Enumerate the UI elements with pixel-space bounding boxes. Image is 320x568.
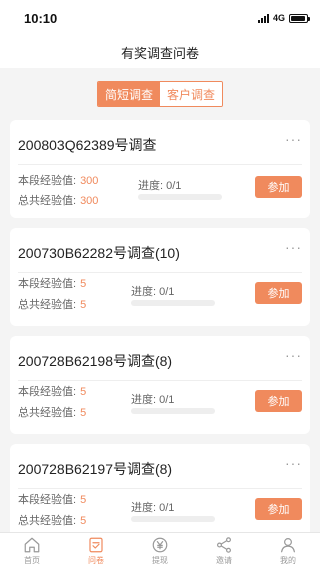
progress-label: 进度: bbox=[131, 286, 157, 298]
survey-card: 200803Q62389号调查 ··· 本段经验值: 300 总共经验值: 300 … bbox=[10, 120, 310, 218]
bottom-tab-bar: 首页 问卷 提现 邀请 我的 bbox=[0, 532, 320, 568]
survey-title: 200728B62198号调查(8) bbox=[18, 353, 173, 369]
tab-customer-survey[interactable]: 客户调查 bbox=[160, 82, 222, 106]
network-type: 4G bbox=[272, 13, 285, 23]
progress-label: 进度: bbox=[131, 394, 157, 406]
user-icon bbox=[281, 537, 295, 552]
more-icon[interactable]: ··· bbox=[285, 348, 302, 362]
progress-value: 0/1 bbox=[159, 394, 175, 406]
divider bbox=[18, 272, 302, 273]
total-exp-label: 总共经验值: bbox=[18, 407, 77, 419]
total-exp-row: 总共经验值: 300 bbox=[18, 192, 98, 208]
yuan-coin-icon bbox=[152, 537, 168, 552]
total-exp-label: 总共经验值: bbox=[18, 195, 77, 207]
survey-title: 200803Q62389号调查 bbox=[18, 137, 157, 153]
total-exp-row: 总共经验值: 5 bbox=[18, 296, 86, 312]
status-indicators: 4G bbox=[257, 13, 310, 23]
tab-label: 提现 bbox=[152, 555, 168, 565]
stage-exp-row: 本段经验值: 5 bbox=[18, 383, 86, 399]
stage-exp-row: 本段经验值: 300 bbox=[18, 172, 98, 188]
tab-home[interactable]: 首页 bbox=[0, 533, 64, 568]
total-exp-row: 总共经验值: 5 bbox=[18, 404, 86, 420]
tab-mine[interactable]: 我的 bbox=[256, 533, 320, 568]
survey-title: 200728B62197号调查(8) bbox=[18, 461, 173, 477]
progress-label: 进度: bbox=[138, 180, 164, 192]
progress-label: 进度: bbox=[131, 502, 157, 514]
tab-invite[interactable]: 邀请 bbox=[192, 533, 256, 568]
tab-label: 首页 bbox=[24, 555, 40, 565]
nav-bar: 有奖调查问卷 bbox=[0, 36, 320, 68]
stage-exp-label: 本段经验值: bbox=[18, 175, 77, 187]
stage-exp-label: 本段经验值: bbox=[18, 278, 77, 290]
more-icon[interactable]: ··· bbox=[285, 456, 302, 470]
battery-level bbox=[291, 15, 306, 21]
signal-icon bbox=[257, 13, 269, 23]
battery-icon bbox=[289, 13, 310, 23]
stage-exp-label: 本段经验值: bbox=[18, 386, 77, 398]
progress-text: 进度: 0/1 bbox=[131, 391, 174, 407]
progress-bar bbox=[131, 300, 215, 306]
more-icon[interactable]: ··· bbox=[285, 240, 302, 254]
divider bbox=[18, 164, 302, 165]
stage-exp-row: 本段经验值: 5 bbox=[18, 275, 86, 291]
stage-exp-value: 5 bbox=[80, 494, 87, 506]
survey-type-segment: 简短调查 客户调查 bbox=[97, 81, 223, 107]
join-button[interactable]: 参加 bbox=[255, 176, 302, 198]
share-icon bbox=[217, 536, 231, 553]
divider bbox=[18, 488, 302, 489]
stage-exp-label: 本段经验值: bbox=[18, 494, 77, 506]
status-bar: 10:10 4G bbox=[0, 0, 320, 36]
join-button[interactable]: 参加 bbox=[255, 282, 302, 304]
total-exp-value: 5 bbox=[80, 407, 87, 419]
status-time: 10:10 bbox=[24, 10, 58, 26]
join-button[interactable]: 参加 bbox=[255, 390, 302, 412]
total-exp-value: 300 bbox=[80, 195, 99, 207]
survey-card: 200728B62198号调查(8) ··· 本段经验值: 5 总共经验值: 5 进… bbox=[10, 336, 310, 434]
divider bbox=[18, 380, 302, 381]
tab-label: 我的 bbox=[280, 555, 296, 565]
total-exp-value: 5 bbox=[80, 299, 87, 311]
total-exp-label: 总共经验值: bbox=[18, 299, 77, 311]
progress-text: 进度: 0/1 bbox=[131, 283, 174, 299]
stage-exp-value: 300 bbox=[80, 175, 99, 187]
tab-label: 邀请 bbox=[216, 555, 232, 565]
progress-value: 0/1 bbox=[166, 180, 182, 192]
questionnaire-icon bbox=[89, 537, 103, 552]
tab-label: 问卷 bbox=[88, 555, 104, 565]
progress-value: 0/1 bbox=[159, 502, 175, 514]
total-exp-row: 总共经验值: 5 bbox=[18, 512, 86, 528]
stage-exp-value: 5 bbox=[80, 278, 87, 290]
tab-short-survey[interactable]: 简短调查 bbox=[98, 82, 160, 106]
page-title: 有奖调查问卷 bbox=[120, 45, 199, 61]
tab-questionnaire[interactable]: 问卷 bbox=[64, 533, 128, 568]
tab-withdraw[interactable]: 提现 bbox=[128, 533, 192, 568]
stage-exp-row: 本段经验值: 5 bbox=[18, 491, 86, 507]
more-icon[interactable]: ··· bbox=[285, 132, 302, 146]
progress-bar bbox=[138, 194, 222, 200]
progress-bar bbox=[131, 408, 215, 414]
survey-card: 200730B62282号调查(10) ··· 本段经验值: 5 总共经验值: 5 … bbox=[10, 228, 310, 326]
progress-value: 0/1 bbox=[159, 286, 175, 298]
total-exp-label: 总共经验值: bbox=[18, 515, 77, 527]
survey-title: 200730B62282号调查(10) bbox=[18, 245, 180, 261]
progress-bar bbox=[131, 516, 215, 522]
stage-exp-value: 5 bbox=[80, 386, 87, 398]
progress-text: 进度: 0/1 bbox=[131, 499, 174, 515]
home-icon bbox=[24, 537, 40, 552]
progress-text: 进度: 0/1 bbox=[138, 177, 181, 193]
total-exp-value: 5 bbox=[80, 515, 87, 527]
survey-card: 200728B62197号调查(8) ··· 本段经验值: 5 总共经验值: 5 进… bbox=[10, 444, 310, 542]
join-button[interactable]: 参加 bbox=[255, 498, 302, 520]
